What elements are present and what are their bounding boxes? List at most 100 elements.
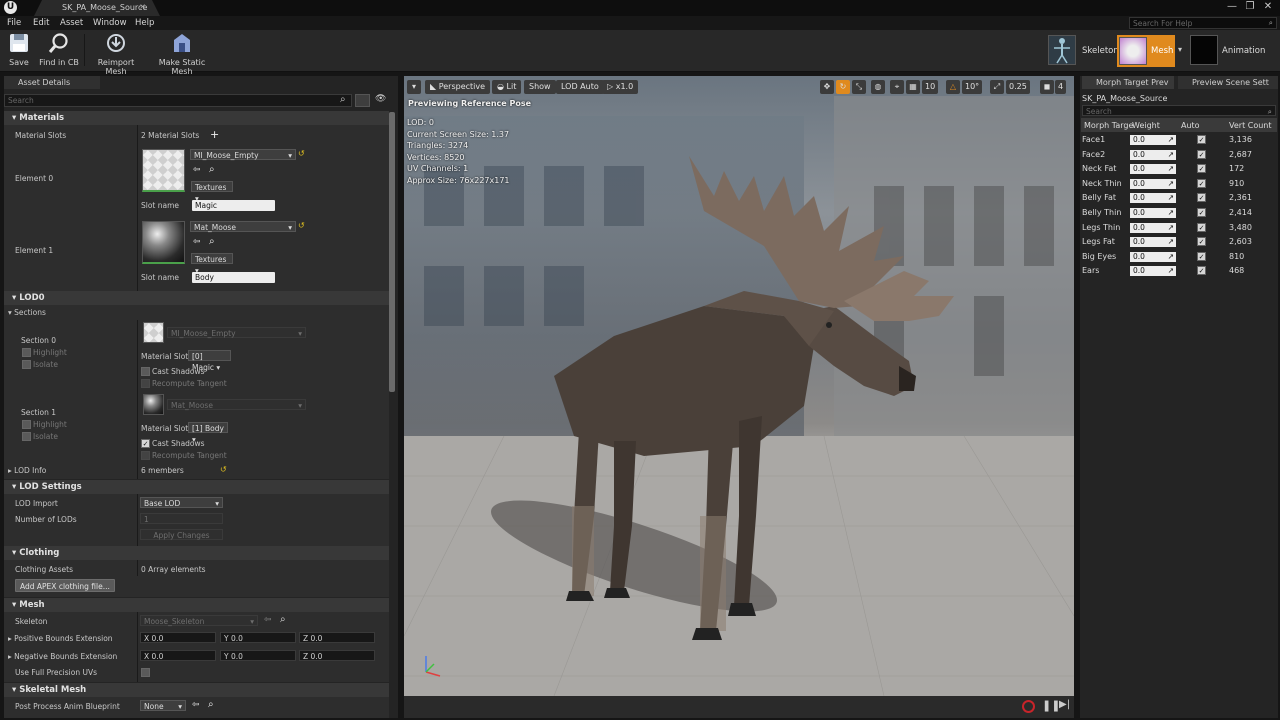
rotation-snap-value[interactable]: 10° — [962, 80, 983, 94]
morph-auto-checkbox[interactable]: ✓ — [1197, 251, 1206, 261]
negative-bounds-y-field[interactable]: Y 0.0 — [220, 650, 296, 661]
details-scrollbar[interactable] — [389, 112, 395, 392]
positive-bounds-y-field[interactable]: Y 0.0 — [220, 632, 296, 643]
morph-weight-input[interactable]: 0.0 ↗ — [1130, 208, 1176, 218]
morph-auto-checkbox[interactable]: ✓ — [1197, 149, 1206, 159]
morph-auto-checkbox[interactable]: ✓ — [1197, 208, 1206, 217]
grid-snap-icon[interactable]: ▦ — [906, 80, 920, 94]
negative-bounds-x-field[interactable]: X 0.0 — [140, 650, 216, 661]
eye-icon[interactable]: 👁 — [375, 94, 386, 104]
make-static-mesh-button[interactable]: Make Static Mesh — [148, 32, 216, 76]
morph-target-row[interactable]: Neck Thin 0.0 ↗ ✓ 910 — [1081, 178, 1277, 192]
details-search-input[interactable]: Search — [4, 94, 352, 107]
morph-target-row[interactable]: Ears 0.0 ↗ ✓ 468 — [1081, 265, 1277, 279]
highlight-checkbox-0[interactable] — [22, 348, 31, 357]
camera-speed-value[interactable]: 4 — [1055, 80, 1067, 94]
surface-snap-icon[interactable]: ⌖ — [890, 80, 904, 94]
browse-icon[interactable]: ⌕ — [280, 614, 286, 625]
mesh-mode-dropdown-icon[interactable]: ▾ — [1178, 45, 1182, 54]
col-auto[interactable]: Auto — [1181, 121, 1200, 130]
show-button[interactable]: Show — [524, 80, 556, 94]
morph-weight-input[interactable]: 0.0 ↗ — [1130, 266, 1176, 277]
pause-icon[interactable]: ❚❚ — [1042, 699, 1060, 712]
lit-button[interactable]: ◒ Lit — [492, 80, 522, 94]
morph-target-row[interactable]: Big Eyes 0.0 ↗ ✓ 810 — [1081, 251, 1277, 265]
morph-weight-input[interactable]: 0.0 ↗ — [1130, 222, 1176, 233]
perspective-button[interactable]: ◣ Perspective — [425, 80, 491, 94]
morph-target-row[interactable]: Belly Thin 0.0 ↗ ✓ 2,414 — [1081, 207, 1277, 221]
col-morph-target[interactable]: Morph Targe — [1084, 121, 1133, 130]
lod-import-dropdown[interactable]: Base LOD ▾ — [140, 497, 223, 508]
morph-weight-input[interactable]: 0.0 ↗ — [1130, 251, 1176, 262]
cast-shadows-checkbox-0[interactable] — [141, 367, 150, 376]
morph-target-row[interactable]: Face1 0.0 ↗ ✓ 3,136 — [1081, 134, 1277, 148]
play-speed-button[interactable]: ▷ x1.0 — [602, 80, 639, 94]
skeleton-mode-label[interactable]: Skeleton — [1082, 46, 1119, 56]
material-combo-1[interactable]: Mat_Moose ▾ — [190, 221, 296, 232]
textures-dropdown-0[interactable]: Textures ▾ — [191, 181, 233, 203]
minimize-button[interactable]: — — [1226, 1, 1238, 13]
morph-weight-input[interactable]: 0.0 ↗ — [1130, 164, 1176, 175]
slot-name-input-1[interactable]: Body — [192, 272, 275, 283]
add-material-slot-icon[interactable]: + — [210, 128, 219, 141]
positive-bounds-z-field[interactable]: Z 0.0 — [299, 632, 375, 643]
scale-icon[interactable]: ⤡ — [852, 80, 866, 94]
browse-icon[interactable]: ⌕ — [209, 236, 215, 247]
morph-auto-checkbox[interactable]: ✓ — [1197, 266, 1206, 276]
scale-snap-value[interactable]: 0.25 — [1006, 80, 1030, 94]
morph-auto-checkbox[interactable]: ✓ — [1197, 178, 1206, 188]
mesh-category[interactable]: ▾ Mesh — [4, 598, 389, 612]
use-selected-arrow-icon[interactable]: ⇦ — [193, 237, 201, 247]
morph-weight-input[interactable]: 0.0 ↗ — [1130, 135, 1176, 145]
help-search-input[interactable]: Search For Help ⌕ — [1129, 17, 1277, 29]
document-tab[interactable]: SK_PA_Moose_Source × — [34, 0, 160, 16]
morph-target-row[interactable]: Legs Thin 0.0 ↗ ✓ 3,480 — [1081, 222, 1277, 236]
isolate-checkbox-1[interactable] — [22, 432, 31, 441]
camera-speed-icon[interactable]: ◼ — [1040, 80, 1054, 94]
positive-bounds-x-field[interactable]: X 0.0 — [140, 632, 216, 643]
close-tab-icon[interactable]: × — [139, 2, 146, 11]
menu-window[interactable]: Window — [93, 18, 127, 28]
col-vert-count[interactable]: Vert Count — [1229, 121, 1272, 130]
menu-help[interactable]: Help — [135, 18, 154, 28]
use-selected-arrow-icon[interactable]: ⇦ — [192, 700, 200, 710]
slot-name-input-0[interactable]: Magic — [192, 200, 275, 211]
viewport-options-dropdown[interactable]: ▾ — [407, 80, 421, 94]
skeleton-mode-icon[interactable] — [1048, 35, 1076, 65]
material-slot-dropdown-1[interactable]: [1] Body ▾ — [188, 422, 228, 444]
maximize-button[interactable]: ❐ — [1244, 1, 1256, 13]
morph-search-input[interactable]: Search ⌕ — [1082, 105, 1276, 116]
lod-settings-category[interactable]: ▾ LOD Settings — [4, 480, 389, 494]
menu-asset[interactable]: Asset — [60, 18, 83, 28]
morph-target-row[interactable]: Legs Fat 0.0 ↗ ✓ 2,603 — [1081, 236, 1277, 250]
material-combo-0[interactable]: MI_Moose_Empty ▾ — [190, 149, 296, 160]
use-selected-arrow-icon[interactable]: ⇦ — [193, 165, 201, 175]
morph-target-tab[interactable]: Morph Target Prev — [1082, 76, 1174, 89]
skeletal-mesh-category[interactable]: ▾ Skeletal Mesh — [4, 683, 389, 697]
grid-snap-value[interactable]: 10 — [922, 80, 939, 94]
highlight-checkbox-1[interactable] — [22, 420, 31, 429]
morph-target-row[interactable]: Face2 0.0 ↗ ✓ 2,687 — [1081, 149, 1277, 163]
reset-to-default-icon[interactable]: ↺ — [298, 149, 305, 158]
morph-auto-checkbox[interactable]: ✓ — [1197, 164, 1206, 174]
view-options-icon[interactable] — [355, 94, 370, 107]
add-apex-clothing-button[interactable]: Add APEX clothing file... — [15, 579, 115, 592]
morph-target-row[interactable]: Neck Fat 0.0 ↗ ✓ 172 — [1081, 163, 1277, 177]
menu-edit[interactable]: Edit — [33, 18, 49, 28]
materials-category[interactable]: ▾ Materials — [4, 111, 389, 125]
lod-auto-button[interactable]: LOD Auto — [556, 80, 604, 94]
morph-target-row[interactable]: Belly Fat 0.0 ↗ ✓ 2,361 — [1081, 192, 1277, 206]
lod0-category[interactable]: ▾ LOD0 — [4, 291, 389, 305]
morph-auto-checkbox[interactable]: ✓ — [1197, 135, 1206, 144]
menu-file[interactable]: File — [7, 18, 21, 28]
unreal-logo-icon[interactable]: U — [4, 1, 17, 14]
step-forward-icon[interactable]: ▶| — [1059, 699, 1070, 710]
preview-scene-tab[interactable]: Preview Scene Sett — [1178, 76, 1278, 89]
negative-bounds-z-field[interactable]: Z 0.0 — [299, 650, 375, 661]
animation-mode-label[interactable]: Animation — [1222, 46, 1265, 56]
morph-auto-checkbox[interactable]: ✓ — [1197, 193, 1206, 203]
animation-mode-icon[interactable] — [1190, 35, 1218, 65]
col-weight[interactable]: Weight — [1132, 121, 1160, 130]
textures-dropdown-1[interactable]: Textures ▾ — [191, 253, 233, 275]
asset-details-tab[interactable]: Asset Details — [4, 76, 100, 89]
